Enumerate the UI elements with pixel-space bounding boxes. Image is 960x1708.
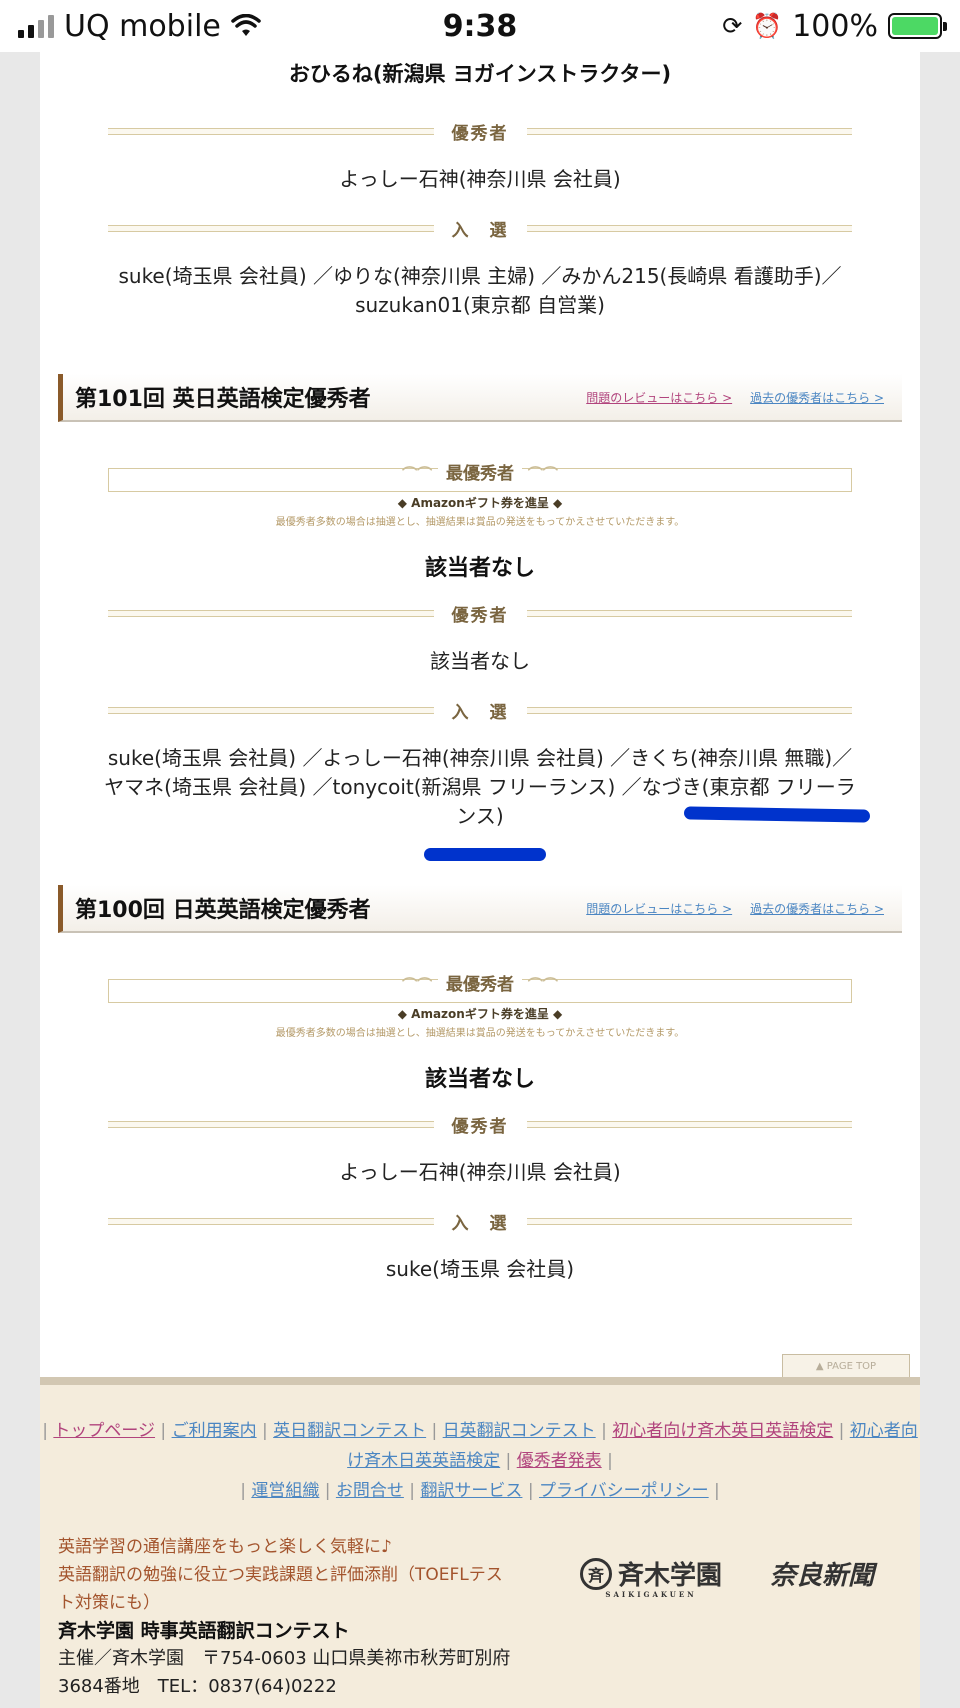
rotation-lock-icon: ⟳ <box>722 12 743 40</box>
footer-link-ej-contest[interactable]: 英日翻訳コンテスト <box>273 1421 426 1441</box>
alarm-icon: ⏰ <box>752 12 783 40</box>
contest-100-selected-label: 入 選 <box>451 1213 509 1234</box>
contest-101-top-label: 最優秀者 <box>438 464 522 484</box>
status-left: UQ mobile <box>18 9 261 44</box>
contest-100-gift-text: Amazonギフト券を進呈 <box>411 1007 549 1021</box>
footer-link-beginner-ej[interactable]: 初心者向け斉木英日英語検定 <box>612 1421 833 1441</box>
saiki-logo[interactable]: 斉斉木学園 SAIKIGAKUEN <box>580 1555 722 1599</box>
excellent-label: 優秀者 <box>451 123 509 144</box>
contest-100-top-label-row: ⌒⌒ 最優秀者 ⌒⌒ <box>40 970 920 995</box>
contest-101-review-link[interactable]: 問題のレビューはこちら > <box>586 389 732 406</box>
footer-address: 主催／斉木学園 〒754-0603 山口県美祢市秋芳町別府3684番地 TEL：… <box>58 1648 511 1697</box>
selected-names: suke(埼玉県 会社員) ／ゆりな(神奈川県 主婦) ／みかん215(長崎県 … <box>118 264 842 317</box>
excellent-separator: 優秀者 <box>108 119 852 144</box>
contest-101-excellent-label: 優秀者 <box>451 605 509 626</box>
footer-site-name: 斉木学園 時事英語翻訳コンテスト <box>58 1620 350 1642</box>
footer-tagline-2: 英語翻訳の勉強に役立つ実践課題と評価添削（TOEFLテスト対策にも） <box>58 1565 503 1613</box>
contest-100-heading: 第100回 日英英語検定優秀者 問題のレビューはこちら > 過去の優秀者はこちら… <box>58 885 902 933</box>
wing-right-icon: ⌒⌒ <box>527 976 558 994</box>
contest-101-past-link[interactable]: 過去の優秀者はこちら > <box>750 389 884 406</box>
nara-shimbun-logo[interactable]: 奈良新聞 <box>770 1555 874 1599</box>
footer: | トップページ | ご利用案内 | 英日翻訳コンテスト | 日英翻訳コンテスト… <box>40 1377 920 1708</box>
footer-tagline-1: 英語学習の通信講座をもっと楽しく気軽に♪ <box>58 1537 392 1557</box>
footer-link-privacy[interactable]: プライバシーポリシー <box>539 1481 709 1501</box>
contest-101-excellent-separator: 優秀者 <box>108 601 852 626</box>
battery-percent: 100% <box>792 8 878 44</box>
saiki-logo-text: 斉木学園 <box>618 1561 723 1591</box>
contest-100-title: 第100回 日英英語検定優秀者 <box>75 898 371 923</box>
footer-link-organization[interactable]: 運営組織 <box>251 1481 319 1501</box>
excellent-names: よっしー石神(神奈川県 会社員) <box>339 167 621 191</box>
selected-label: 入 選 <box>451 220 509 241</box>
battery-icon <box>888 13 947 39</box>
contest-101-gift-text: Amazonギフト券を進呈 <box>411 496 549 510</box>
saiki-emblem-icon: 斉 <box>580 1557 612 1590</box>
contest-101-top-label-row: ⌒⌒ 最優秀者 ⌒⌒ <box>40 459 920 484</box>
contest-101-top-winner: 該当者なし <box>424 556 535 581</box>
footer-logos: 斉斉木学園 SAIKIGAKUEN 奈良新聞 <box>580 1555 874 1599</box>
selected-separator: 入 選 <box>108 216 852 241</box>
contest-101-note: 最優秀者多数の場合は抽選とし、抽選結果は賞品の発送をもってかえさせていただきます… <box>275 517 685 528</box>
contest-100-excellent-label: 優秀者 <box>451 1116 509 1137</box>
top-winner-name: おひるね(新潟県 ヨガインストラクター) <box>288 62 672 86</box>
contest-100-selected: suke(埼玉県 会社員) <box>385 1257 575 1281</box>
contest-100-gift: ◆ Amazonギフト券を進呈 ◆ <box>40 1005 920 1022</box>
signal-icon <box>18 14 54 38</box>
status-bar: UQ mobile 9:38 ⟳ ⏰ 100% <box>0 0 960 52</box>
contest-101-selected-separator: 入 選 <box>108 698 852 723</box>
footer-link-contact[interactable]: お問合せ <box>336 1481 404 1501</box>
contest-101-excellent: 該当者なし <box>430 649 530 673</box>
results-page: おひるね(新潟県 ヨガインストラクター) 優秀者 よっしー石神(神奈川県 会社員… <box>40 52 920 1382</box>
contest-101-selected-label: 入 選 <box>451 702 509 723</box>
contest-100-note: 最優秀者多数の場合は抽選とし、抽選結果は賞品の発送をもってかえさせていただきます… <box>275 1028 685 1039</box>
footer-nav: | トップページ | ご利用案内 | 英日翻訳コンテスト | 日英翻訳コンテスト… <box>42 1421 918 1501</box>
footer-link-guide[interactable]: ご利用案内 <box>172 1421 257 1441</box>
wing-left-icon: ⌒⌒ <box>402 976 433 994</box>
footer-info: 英語学習の通信講座をもっと楽しく気軽に♪ 英語翻訳の勉強に役立つ実践課題と評価添… <box>58 1533 518 1701</box>
carrier-label: UQ mobile <box>64 8 221 44</box>
contest-100-top-label: 最優秀者 <box>438 975 522 995</box>
wing-right-icon: ⌒⌒ <box>527 465 558 483</box>
footer-link-translation[interactable]: 翻訳サービス <box>420 1481 522 1501</box>
contest-100-past-link[interactable]: 過去の優秀者はこちら > <box>750 900 884 917</box>
page-top-button[interactable]: ▲ PAGE TOP <box>782 1354 910 1378</box>
contest-100-top-winner: 該当者なし <box>424 1067 535 1092</box>
contest-101-gift: ◆ Amazonギフト券を進呈 ◆ <box>40 494 920 511</box>
contest-100-excellent-separator: 優秀者 <box>108 1112 852 1137</box>
wifi-icon <box>231 14 261 36</box>
contest-100-selected-separator: 入 選 <box>108 1209 852 1234</box>
blue-highlight-mark <box>424 848 546 861</box>
wing-left-icon: ⌒⌒ <box>402 465 433 483</box>
contest-100-excellent: よっしー石神(神奈川県 会社員) <box>339 1160 621 1184</box>
footer-link-winners[interactable]: 優秀者発表 <box>517 1451 602 1471</box>
footer-link-je-contest[interactable]: 日英翻訳コンテスト <box>443 1421 596 1441</box>
status-right: ⟳ ⏰ 100% <box>722 8 947 44</box>
contest-101-heading: 第101回 英日英語検定優秀者 問題のレビューはこちら > 過去の優秀者はこちら… <box>58 374 902 422</box>
contest-100-review-link[interactable]: 問題のレビューはこちら > <box>586 900 732 917</box>
footer-link-top[interactable]: トップページ <box>53 1421 155 1441</box>
contest-101-title: 第101回 英日英語検定優秀者 <box>75 387 371 412</box>
